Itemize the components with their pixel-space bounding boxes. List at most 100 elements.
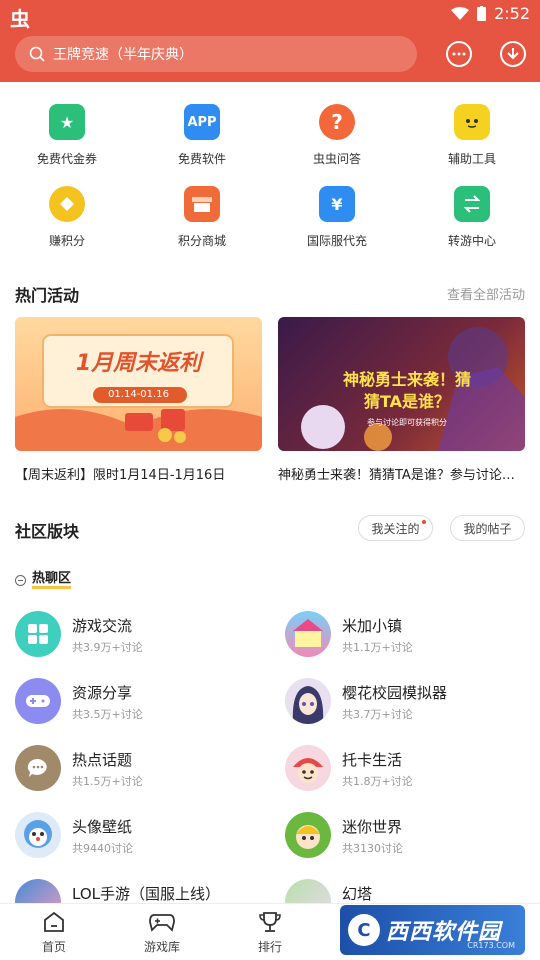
sakura-school-icon: [285, 678, 331, 724]
grid-item-transfer[interactable]: 转游中心: [412, 186, 532, 249]
grid-icon: [15, 611, 61, 657]
grid-label: 积分商城: [177, 234, 226, 248]
chat-icon: [15, 745, 61, 791]
activity-caption-2[interactable]: 神秘勇士来袭！猜猜TA是谁？参与讨论即可获得积分: [278, 464, 525, 483]
banner-title: 1月周末返利: [75, 351, 202, 376]
community-title: 社区版块: [15, 522, 80, 541]
app-logo: 虫: [10, 7, 30, 31]
tab-home[interactable]: 首页: [14, 910, 94, 955]
top-header: 虫 2:52 王牌竞速（半年庆典）: [0, 0, 540, 82]
forum-item[interactable]: 迷你世界 共3130讨论: [285, 812, 525, 858]
watermark-url: CR173.COM: [467, 941, 515, 950]
forum-name: 樱花校园模拟器: [342, 684, 448, 702]
battery-icon: [477, 6, 487, 21]
miga-town-icon: [285, 611, 331, 657]
grid-item-shop[interactable]: 积分商城: [142, 186, 262, 249]
grid-item-coupon[interactable]: ★ 免费代金券: [7, 104, 127, 167]
gamepad-icon: [15, 678, 61, 724]
grid-label: 辅助工具: [447, 152, 496, 166]
forum-name: 头像壁纸: [72, 818, 133, 836]
hot-activities-title: 热门活动: [15, 286, 80, 305]
shop-icon: [184, 186, 220, 222]
forum-item[interactable]: 热点话题 共1.5万+讨论: [15, 745, 255, 791]
message-icon: [452, 52, 466, 56]
message-button[interactable]: [446, 41, 472, 67]
grid-item-earn-points[interactable]: 赚积分: [7, 186, 127, 249]
forum-item[interactable]: 米加小镇 共1.1万+讨论: [285, 611, 525, 657]
grid-label: 赚积分: [48, 234, 85, 248]
forum-name: 托卡生活: [342, 751, 403, 769]
grid-label: 转游中心: [447, 234, 496, 248]
forum-name: 资源分享: [72, 684, 133, 702]
tab-label: 游戏库: [143, 940, 180, 954]
unread-dot: [422, 520, 426, 524]
tab-game-library[interactable]: 游戏库: [122, 910, 202, 955]
banner-date: 01.14-01.16: [108, 389, 169, 400]
forum-item[interactable]: 资源分享 共3.5万+讨论: [15, 678, 255, 724]
forum-stat: 共1.1万+讨论: [342, 641, 413, 654]
forum-stat: 共3130讨论: [342, 842, 403, 855]
mini-world-icon: [285, 812, 331, 858]
grid-label: 虫虫问答: [312, 152, 361, 166]
watermark-logo: C 西西软件园 CR173.COM: [340, 905, 525, 955]
grid-label: 国际服代充: [306, 234, 367, 248]
view-all-activities-link[interactable]: 查看全部活动: [447, 284, 525, 303]
grid-item-free-apps[interactable]: APP 免费软件: [142, 104, 262, 167]
banner-subtitle: 参与讨论即可获得积分: [367, 418, 447, 427]
forum-name: 热点话题: [72, 751, 133, 769]
app-icon: APP: [184, 104, 220, 140]
activity-banner-2[interactable]: 神秘勇士来袭！猜猜TA是谁？ 参与讨论即可获得积分: [278, 317, 525, 451]
activity-caption-1[interactable]: 【周末返利】限时1月14日-1月16日: [15, 464, 262, 483]
tab-ranking[interactable]: 排行: [230, 910, 310, 955]
forum-name: LOL手游（国服上线）: [72, 885, 220, 903]
search-placeholder: 王牌竞速（半年庆典）: [53, 47, 193, 63]
weekend-rebate-banner-art: [15, 334, 262, 451]
wifi-icon: [451, 6, 470, 20]
forum-stat: 共3.5万+讨论: [72, 708, 143, 721]
search-bar[interactable]: 王牌竞速（半年庆典）: [15, 36, 417, 72]
search-icon: [29, 46, 45, 62]
activity-banner-1[interactable]: 1月周末返利 01.14-01.16: [15, 317, 262, 451]
forum-item[interactable]: 头像壁纸 共9440讨论: [15, 812, 255, 858]
trophy-icon: [259, 912, 281, 932]
hot-chat-section-header[interactable]: 热聊区: [15, 572, 72, 589]
forum-stat: 共1.5万+讨论: [72, 775, 143, 788]
forum-item[interactable]: 游戏交流 共3.9万+讨论: [15, 611, 255, 657]
download-icon: [507, 47, 519, 59]
my-follows-button[interactable]: 我关注的: [358, 515, 433, 541]
grid-label: 免费代金券: [36, 152, 97, 166]
status-icons: 2:52: [451, 4, 530, 23]
watermark-badge: C: [348, 914, 380, 946]
grid-label: 免费软件: [177, 152, 226, 166]
gamepad-icon: [149, 914, 175, 932]
question-icon: ?: [319, 104, 355, 140]
points-coin-icon: [49, 186, 85, 222]
grid-item-qa[interactable]: ? 虫虫问答: [277, 104, 397, 167]
coupon-icon: ★: [49, 104, 85, 140]
download-button[interactable]: [500, 41, 526, 67]
home-icon: [44, 911, 64, 932]
forum-stat: 共9440讨论: [72, 842, 133, 855]
banner-title: 神秘勇士来袭！猜猜TA是谁？: [342, 370, 471, 411]
forum-item[interactable]: 托卡生活 共1.8万+讨论: [285, 745, 525, 791]
robot-icon: [454, 104, 490, 140]
forum-stat: 共1.8万+讨论: [342, 775, 413, 788]
grid-item-tools[interactable]: 辅助工具: [412, 104, 532, 167]
forum-stat: 共3.7万+讨论: [342, 708, 413, 721]
forum-name: 幻塔: [342, 885, 373, 903]
collapse-icon: [15, 575, 26, 586]
grid-item-recharge[interactable]: ¥ 国际服代充: [277, 186, 397, 249]
toca-life-icon: [285, 745, 331, 791]
transfer-icon: [454, 186, 490, 222]
tab-label: 首页: [41, 940, 66, 954]
hot-chat-title: 热聊区: [32, 572, 72, 589]
wallet-icon: ¥: [319, 186, 355, 222]
forum-item[interactable]: 樱花校园模拟器 共3.7万+讨论: [285, 678, 525, 724]
forum-name: 米加小镇: [342, 617, 403, 635]
my-posts-button[interactable]: 我的帖子: [450, 515, 525, 541]
forum-name: 迷你世界: [342, 818, 403, 836]
clock: 2:52: [494, 4, 530, 23]
forum-name: 游戏交流: [72, 617, 133, 635]
forum-stat: 共3.9万+讨论: [72, 641, 143, 654]
pill-label: 我关注的: [371, 521, 420, 536]
